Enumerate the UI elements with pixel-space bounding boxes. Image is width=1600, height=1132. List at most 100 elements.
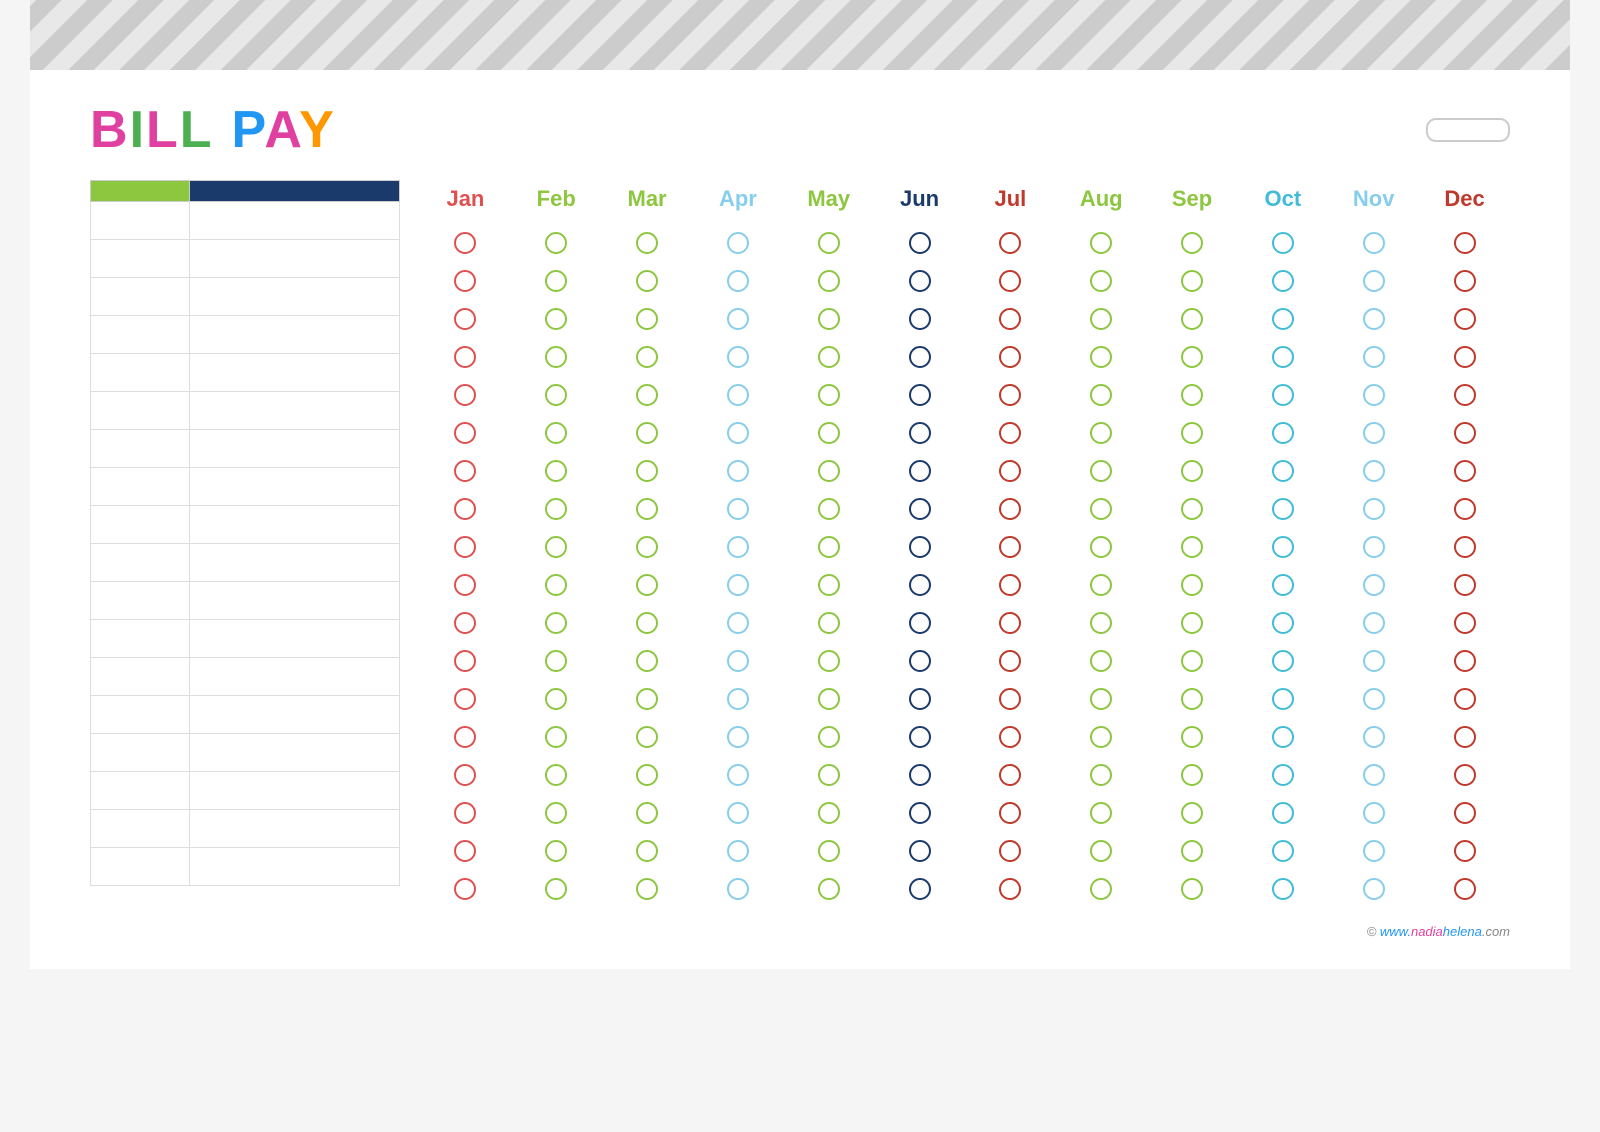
- checkbox-circle[interactable]: [1454, 650, 1476, 672]
- checkbox-circle[interactable]: [1090, 612, 1112, 634]
- checkbox-circle[interactable]: [1272, 878, 1294, 900]
- checkbox-circle[interactable]: [454, 840, 476, 862]
- checkbox-circle[interactable]: [1090, 726, 1112, 748]
- checkbox-circle[interactable]: [1090, 270, 1112, 292]
- due-date-cell[interactable]: [90, 240, 190, 278]
- checkbox-circle[interactable]: [727, 536, 749, 558]
- checkbox-circle[interactable]: [727, 308, 749, 330]
- checkbox-circle[interactable]: [1272, 422, 1294, 444]
- checkbox-circle[interactable]: [909, 346, 931, 368]
- checkbox-circle[interactable]: [727, 346, 749, 368]
- checkbox-circle[interactable]: [1454, 384, 1476, 406]
- bill-expense-cell[interactable]: [190, 468, 400, 506]
- due-date-cell[interactable]: [90, 772, 190, 810]
- due-date-cell[interactable]: [90, 734, 190, 772]
- checkbox-circle[interactable]: [1090, 688, 1112, 710]
- due-date-cell[interactable]: [90, 620, 190, 658]
- checkbox-circle[interactable]: [1181, 612, 1203, 634]
- checkbox-circle[interactable]: [818, 460, 840, 482]
- due-date-cell[interactable]: [90, 278, 190, 316]
- checkbox-circle[interactable]: [636, 878, 658, 900]
- checkbox-circle[interactable]: [636, 802, 658, 824]
- checkbox-circle[interactable]: [1363, 878, 1385, 900]
- checkbox-circle[interactable]: [999, 726, 1021, 748]
- checkbox-circle[interactable]: [818, 688, 840, 710]
- checkbox-circle[interactable]: [1363, 612, 1385, 634]
- checkbox-circle[interactable]: [1454, 878, 1476, 900]
- checkbox-circle[interactable]: [1363, 840, 1385, 862]
- checkbox-circle[interactable]: [1363, 764, 1385, 786]
- checkbox-circle[interactable]: [1181, 764, 1203, 786]
- checkbox-circle[interactable]: [1090, 422, 1112, 444]
- checkbox-circle[interactable]: [1363, 726, 1385, 748]
- checkbox-circle[interactable]: [1272, 688, 1294, 710]
- checkbox-circle[interactable]: [454, 308, 476, 330]
- checkbox-circle[interactable]: [1272, 346, 1294, 368]
- year-box[interactable]: [1426, 118, 1510, 142]
- due-date-cell[interactable]: [90, 582, 190, 620]
- checkbox-circle[interactable]: [1272, 498, 1294, 520]
- checkbox-circle[interactable]: [1181, 384, 1203, 406]
- checkbox-circle[interactable]: [1090, 308, 1112, 330]
- checkbox-circle[interactable]: [545, 498, 567, 520]
- checkbox-circle[interactable]: [636, 764, 658, 786]
- checkbox-circle[interactable]: [545, 726, 567, 748]
- checkbox-circle[interactable]: [1454, 612, 1476, 634]
- checkbox-circle[interactable]: [818, 422, 840, 444]
- checkbox-circle[interactable]: [1454, 308, 1476, 330]
- checkbox-circle[interactable]: [727, 232, 749, 254]
- bill-expense-cell[interactable]: [190, 316, 400, 354]
- checkbox-circle[interactable]: [909, 384, 931, 406]
- checkbox-circle[interactable]: [545, 270, 567, 292]
- checkbox-circle[interactable]: [454, 422, 476, 444]
- checkbox-circle[interactable]: [1363, 536, 1385, 558]
- checkbox-circle[interactable]: [1272, 536, 1294, 558]
- checkbox-circle[interactable]: [909, 688, 931, 710]
- checkbox-circle[interactable]: [1272, 308, 1294, 330]
- bill-expense-cell[interactable]: [190, 620, 400, 658]
- checkbox-circle[interactable]: [636, 270, 658, 292]
- checkbox-circle[interactable]: [727, 764, 749, 786]
- checkbox-circle[interactable]: [454, 878, 476, 900]
- checkbox-circle[interactable]: [1363, 384, 1385, 406]
- checkbox-circle[interactable]: [1272, 460, 1294, 482]
- checkbox-circle[interactable]: [727, 650, 749, 672]
- due-date-cell[interactable]: [90, 468, 190, 506]
- checkbox-circle[interactable]: [818, 384, 840, 406]
- checkbox-circle[interactable]: [1272, 270, 1294, 292]
- checkbox-circle[interactable]: [818, 574, 840, 596]
- bill-expense-cell[interactable]: [190, 354, 400, 392]
- checkbox-circle[interactable]: [909, 460, 931, 482]
- checkbox-circle[interactable]: [454, 346, 476, 368]
- checkbox-circle[interactable]: [545, 650, 567, 672]
- bill-expense-cell[interactable]: [190, 392, 400, 430]
- checkbox-circle[interactable]: [454, 384, 476, 406]
- checkbox-circle[interactable]: [818, 840, 840, 862]
- checkbox-circle[interactable]: [909, 498, 931, 520]
- checkbox-circle[interactable]: [818, 498, 840, 520]
- checkbox-circle[interactable]: [727, 460, 749, 482]
- checkbox-circle[interactable]: [1272, 840, 1294, 862]
- checkbox-circle[interactable]: [454, 270, 476, 292]
- checkbox-circle[interactable]: [1090, 878, 1112, 900]
- checkbox-circle[interactable]: [818, 764, 840, 786]
- checkbox-circle[interactable]: [1363, 308, 1385, 330]
- checkbox-circle[interactable]: [1090, 460, 1112, 482]
- checkbox-circle[interactable]: [1090, 650, 1112, 672]
- checkbox-circle[interactable]: [1272, 574, 1294, 596]
- checkbox-circle[interactable]: [454, 764, 476, 786]
- checkbox-circle[interactable]: [454, 726, 476, 748]
- checkbox-circle[interactable]: [909, 764, 931, 786]
- checkbox-circle[interactable]: [454, 650, 476, 672]
- due-date-cell[interactable]: [90, 810, 190, 848]
- checkbox-circle[interactable]: [1363, 498, 1385, 520]
- checkbox-circle[interactable]: [636, 346, 658, 368]
- checkbox-circle[interactable]: [909, 308, 931, 330]
- checkbox-circle[interactable]: [909, 574, 931, 596]
- checkbox-circle[interactable]: [636, 650, 658, 672]
- checkbox-circle[interactable]: [999, 308, 1021, 330]
- checkbox-circle[interactable]: [999, 498, 1021, 520]
- checkbox-circle[interactable]: [636, 612, 658, 634]
- checkbox-circle[interactable]: [1272, 384, 1294, 406]
- checkbox-circle[interactable]: [909, 840, 931, 862]
